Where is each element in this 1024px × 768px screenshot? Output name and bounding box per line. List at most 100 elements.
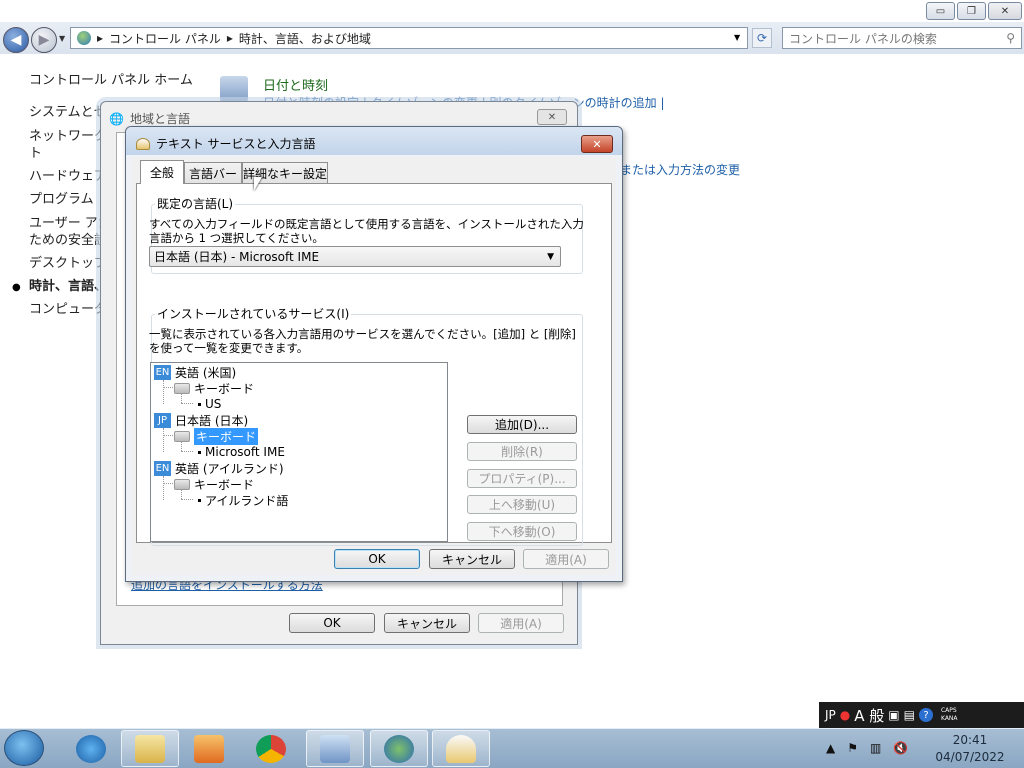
ok-button[interactable]: OK [334,549,420,569]
minimize-button[interactable]: ▭ [926,2,955,20]
address-dropdown-icon[interactable]: ▼ [734,33,740,42]
bullet-icon [198,450,201,454]
tree-item-keyboard-selected[interactable]: キーボード [174,427,259,445]
region-close-button[interactable]: ✕ [537,109,567,125]
ime-red-icon[interactable]: ● [840,708,850,722]
cancel-button[interactable]: キャンセル [429,549,515,569]
lang-badge-en: EN [154,364,171,380]
nav-network[interactable]: ネットワーク [29,128,107,145]
breadcrumb-sep-icon: ▸ [97,31,104,45]
breadcrumb-control-panel[interactable]: コントロール パネル [109,30,221,47]
properties-button[interactable]: プロパティ(P)... [467,469,577,488]
breadcrumb-clock-language-region[interactable]: 時計、言語、および地域 [239,30,371,47]
taskbar-media-player[interactable] [180,730,238,767]
notification-area: ▲ ⚑ ▥ 🔇 [826,741,908,755]
text-services-close-button[interactable]: ✕ [581,135,613,153]
clock-date: 04/07/2022 [935,750,1005,764]
keyboard-icon [174,478,190,490]
volume-muted-icon[interactable]: 🔇 [893,741,908,755]
back-button[interactable]: ◀ [3,27,29,53]
recent-pages-chevron-icon[interactable]: ▼ [59,34,65,43]
move-down-button[interactable]: 下へ移動(O) [467,522,577,541]
apply-button[interactable]: 適用(A) [523,549,609,569]
change-keyboard-link[interactable]: または入力方法の変更 [620,161,740,178]
bullet-icon [198,402,201,406]
control-panel-icon [77,31,91,45]
nav-programs[interactable]: プログラム [29,191,94,208]
tree-item-en-us[interactable]: EN 英語 (米国) [154,364,236,380]
window-controls: ▭ ❐ ✕ [926,2,1022,20]
tree-item-us[interactable]: US [198,396,221,412]
nav-ease-of-access[interactable]: コンピュータ [29,301,107,318]
text-services-title: テキスト サービスと入力言語 [136,135,315,152]
installed-services-label: インストールされているサービス(I) [155,305,352,322]
default-language-description: すべての入力フィールドの既定言語として使用する言語を、インストールされた入力言語… [149,217,584,245]
refresh-button[interactable]: ⟳ [752,28,772,48]
installed-services-tree[interactable]: EN 英語 (米国) キーボード US JP 日本語 (日本) キーボード Mi… [150,362,448,542]
tree-item-ja-jp[interactable]: JP 日本語 (日本) [154,412,248,428]
search-placeholder: コントロール パネルの検索 [789,31,937,46]
tree-item-irish[interactable]: アイルランド語 [198,492,288,508]
language-indicator[interactable]: JP [825,708,836,722]
ime-pad-icon[interactable]: ▣ [888,708,899,722]
default-language-label: 既定の言語(L) [155,195,236,212]
remove-button[interactable]: 削除(R) [467,442,577,461]
move-up-button[interactable]: 上へ移動(U) [467,495,577,514]
address-bar[interactable]: ▸ コントロール パネル ▸ 時計、言語、および地域 [70,27,748,49]
nav-user-accounts[interactable]: ユーザー アカ [29,215,111,232]
taskbar-region[interactable] [370,730,428,767]
nav-user-accounts-cont[interactable]: ための安全設 [29,232,107,249]
control-panel-icon [320,734,350,763]
nav-network-cont[interactable]: ト [29,145,42,162]
taskbar-control-panel[interactable] [306,730,364,767]
start-button[interactable] [4,730,44,766]
search-input[interactable]: コントロール パネルの検索 ⚲ [782,27,1022,49]
maximize-button[interactable]: ❐ [957,2,986,20]
tree-label: Microsoft IME [205,445,285,459]
text-services-title-text: テキスト サービスと入力言語 [156,137,316,151]
taskbar-ie[interactable] [62,730,120,767]
tree-item-en-ie[interactable]: EN 英語 (アイルランド) [154,460,284,476]
date-time-icon [220,76,248,102]
nav-system-security[interactable]: システムとセ [29,104,107,121]
region-cancel-button[interactable]: キャンセル [384,613,470,633]
date-time-heading[interactable]: 日付と時刻 [263,75,328,94]
dictionary-icon[interactable]: ▤ [904,708,915,722]
nav-hardware[interactable]: ハードウェア [29,168,107,185]
tab-general[interactable]: 全般 [140,160,184,184]
tree-item-keyboard[interactable]: キーボード [174,476,254,492]
region-ok-button[interactable]: OK [289,613,375,633]
tree-item-microsoft-ime[interactable]: Microsoft IME [198,444,285,460]
taskbar-explorer[interactable] [121,730,179,767]
region-dialog-title-text: 地域と言語 [129,112,190,126]
close-button[interactable]: ✕ [988,2,1022,20]
breadcrumb-sep-icon: ▸ [226,31,233,45]
region-apply-button[interactable]: 適用(A) [478,613,564,633]
globe-icon: 🌐 [109,111,124,126]
tree-label: 英語 (アイルランド) [175,461,284,476]
flag-icon[interactable]: ⚑ [847,741,858,755]
taskbar-text-services[interactable] [432,730,490,767]
keyboard-icon [174,382,190,394]
tree-item-keyboard[interactable]: キーボード [174,380,254,396]
lang-badge-en: EN [154,460,171,476]
help-icon[interactable]: ? [918,708,933,722]
region-dialog-title: 🌐 地域と言語 [109,110,190,127]
text-services-body: 全般 言語バー 詳細なキー設定 既定の言語(L) すべての入力フィールドの既定言… [132,157,616,575]
show-hidden-icons-icon[interactable]: ▲ [826,741,835,755]
default-language-value: 日本語 (日本) - Microsoft IME [154,250,320,264]
tree-label: キーボード [194,477,255,492]
default-language-select[interactable]: 日本語 (日本) - Microsoft IME ▼ [149,246,561,267]
nav-control-panel-home[interactable]: コントロール パネル ホーム [29,72,193,89]
system-clock[interactable]: 20:41 04/07/2022 [920,732,1020,766]
ie-icon [76,734,106,763]
add-button[interactable]: 追加(D)... [467,415,577,434]
forward-button[interactable]: ▶ [31,27,57,53]
tab-language-bar[interactable]: 言語バー [184,162,242,183]
nav-clock-language-region[interactable]: 時計、言語、 [29,278,107,295]
chevron-down-icon: ▼ [547,251,554,262]
nav-desktop[interactable]: デスクトップ [29,255,107,272]
network-icon[interactable]: ▥ [870,741,881,755]
taskbar-chrome[interactable] [242,730,300,767]
input-mode-indicator[interactable]: A 般 [854,705,884,726]
